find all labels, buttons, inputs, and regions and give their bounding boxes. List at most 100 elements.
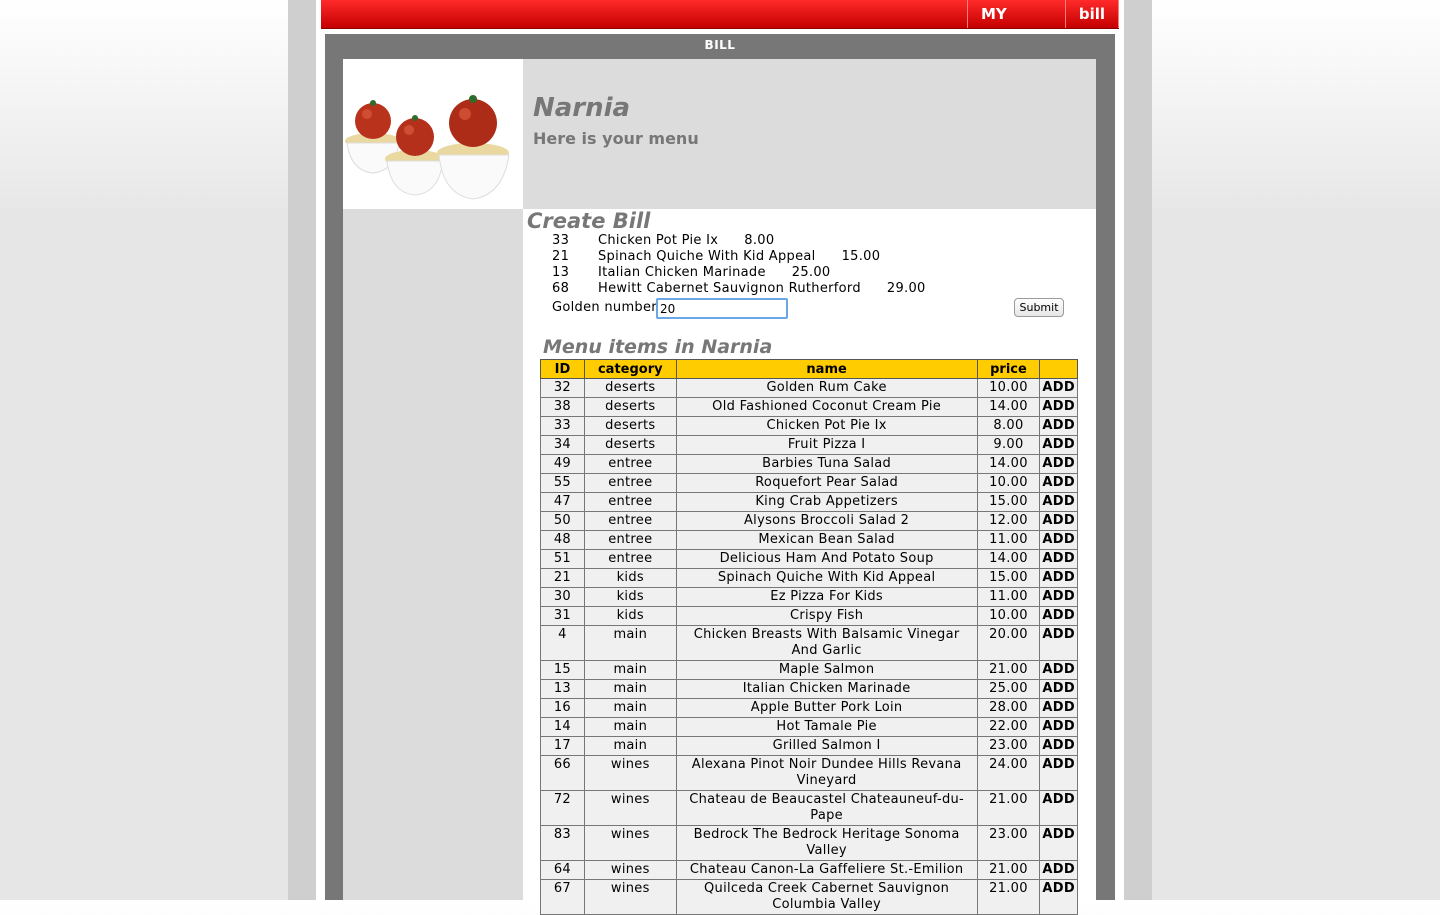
cell-price: 21.00 [976,660,1041,680]
add-item-link[interactable]: ADD [1039,660,1078,680]
add-item-link[interactable]: ADD [1039,879,1078,915]
left-sidebar [343,209,523,900]
add-item-link[interactable]: ADD [1039,790,1078,826]
cell-price: 10.00 [976,378,1041,398]
cell-name: Chicken Breasts With Balsamic Vinegar An… [675,625,978,661]
frame-title: BILL [704,38,736,52]
add-item-link[interactable]: ADD [1039,860,1078,880]
cell-price: 15.00 [976,568,1041,588]
cell-name: Fruit Pizza I [675,435,978,455]
golden-number-input[interactable] [656,298,788,319]
menu-table: ID category name price 32 deserts Golden R… [540,359,1078,915]
cell-price: 14.00 [976,549,1041,569]
cell-price: 12.00 [976,511,1041,531]
cell-id: 21 [540,568,585,588]
cell-id: 83 [540,825,585,861]
add-item-link[interactable]: ADD [1039,378,1078,398]
cell-id: 4 [540,625,585,661]
cell-price: 10.00 [976,473,1041,493]
table-row: 16 main Apple Butter Pork Loin 28.00 ADD [540,698,1078,718]
add-item-link[interactable]: ADD [1039,606,1078,626]
cell-price: 22.00 [976,717,1041,737]
cell-category: main [583,717,677,737]
add-item-link[interactable]: ADD [1039,825,1078,861]
add-item-link[interactable]: ADD [1039,755,1078,791]
cell-name: Quilceda Creek Cabernet Sauvignon Columb… [675,879,978,915]
table-row: 83 wines Bedrock The Bedrock Heritage Sono… [540,825,1078,861]
cell-price: 10.00 [976,606,1041,626]
cell-category: entree [583,473,677,493]
cell-price: 9.00 [976,435,1041,455]
cell-name: Apple Butter Pork Loin [675,698,978,718]
cell-name: Alexana Pinot Noir Dundee Hills Revana V… [675,755,978,791]
cell-name: Ez Pizza For Kids [675,587,978,607]
cell-price: 24.00 [976,755,1041,791]
add-item-link[interactable]: ADD [1039,492,1078,512]
cell-category: entree [583,549,677,569]
add-item-link[interactable]: ADD [1039,473,1078,493]
main-content: Create Bill 33 Chicken Pot Pie Ix 8.00 21 S… [523,209,1096,915]
column-header-id: ID [540,359,585,379]
cell-price: 21.00 [976,860,1041,880]
restaurant-name: Narnia [533,93,631,123]
cell-category: deserts [583,397,677,417]
hero-subtitle: Here is your menu [533,129,699,148]
cell-name: Barbies Tuna Salad [675,454,978,474]
add-item-link[interactable]: ADD [1039,587,1078,607]
add-item-link[interactable]: ADD [1039,568,1078,588]
meatball-pasta-bowls-image [343,59,523,209]
cell-id: 48 [540,530,585,550]
cell-id: 50 [540,511,585,531]
nav-link-bill[interactable]: bill [1064,0,1119,28]
add-item-link[interactable]: ADD [1039,549,1078,569]
cell-id: 64 [540,860,585,880]
cell-id: 67 [540,879,585,915]
cell-category: kids [583,587,677,607]
cell-name: Crispy Fish [675,606,978,626]
cell-price: 21.00 [976,879,1041,915]
cell-id: 38 [540,397,585,417]
cell-price: 28.00 [976,698,1041,718]
cell-category: main [583,679,677,699]
add-item-link[interactable]: ADD [1039,511,1078,531]
table-row: 67 wines Quilceda Creek Cabernet Sauvignon… [540,879,1078,915]
add-item-link[interactable]: ADD [1039,416,1078,436]
column-header-category: category [583,359,677,379]
cell-price: 14.00 [976,454,1041,474]
add-item-link[interactable]: ADD [1039,698,1078,718]
add-item-link[interactable]: ADD [1039,679,1078,699]
add-item-link[interactable]: ADD [1039,625,1078,661]
cell-name: Delicious Ham And Potato Soup [675,549,978,569]
add-item-link[interactable]: ADD [1039,397,1078,417]
add-item-link[interactable]: ADD [1039,454,1078,474]
nav-link-my-info[interactable]: MY INFO [967,0,1065,51]
cell-category: main [583,736,677,756]
cell-category: deserts [583,378,677,398]
top-nav-bar: MY INFO bill [321,0,1119,51]
add-item-link[interactable]: ADD [1039,717,1078,737]
cell-id: 30 [540,587,585,607]
submit-button[interactable]: Submit [1014,298,1064,317]
add-item-link[interactable]: ADD [1039,530,1078,550]
cell-id: 49 [540,454,585,474]
cell-name: Maple Salmon [675,660,978,680]
table-row: 51 entree Delicious Ham And Potato Soup 14.… [540,549,1078,569]
cell-price: 14.00 [976,397,1041,417]
cell-id: 72 [540,790,585,826]
cell-name: Italian Chicken Marinade [675,679,978,699]
cell-price: 20.00 [976,625,1041,661]
cell-id: 16 [540,698,585,718]
cell-name: King Crab Appetizers [675,492,978,512]
table-row: 32 deserts Golden Rum Cake 10.00 ADD [540,378,1078,398]
table-row: 21 kids Spinach Quiche With Kid Appeal 15.0… [540,568,1078,588]
cell-id: 51 [540,549,585,569]
column-header-name: name [675,359,978,379]
add-item-link[interactable]: ADD [1039,435,1078,455]
cell-name: Spinach Quiche With Kid Appeal [675,568,978,588]
cell-price: 11.00 [976,530,1041,550]
cell-id: 55 [540,473,585,493]
bill-item: 33 Chicken Pot Pie Ix 8.00 [552,233,775,248]
cell-category: deserts [583,416,677,436]
add-item-link[interactable]: ADD [1039,736,1078,756]
cell-name: Old Fashioned Coconut Cream Pie [675,397,978,417]
